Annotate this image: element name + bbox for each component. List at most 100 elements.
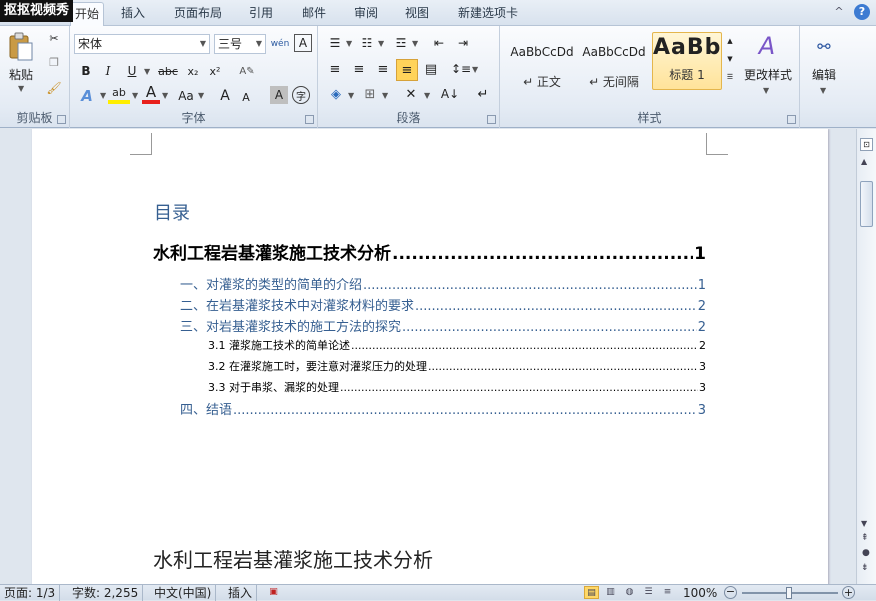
style-heading-1[interactable]: AaBb 标题 1	[652, 32, 722, 90]
toc-entry[interactable]: 3.3 对于串浆、漏浆的处理 3	[208, 379, 706, 395]
tab-insert[interactable]: 插入	[121, 4, 145, 21]
tab-page-layout[interactable]: 页面布局	[174, 4, 222, 21]
macro-record-icon[interactable]: ▣	[266, 586, 281, 599]
text-effects-dropdown-icon[interactable]: ▼	[100, 91, 106, 100]
enclose-characters-button[interactable]: 字	[292, 86, 310, 104]
styles-launcher-icon[interactable]	[787, 115, 796, 124]
zoom-out-icon[interactable]: −	[724, 586, 737, 599]
tab-home[interactable]: 开始	[70, 2, 104, 26]
toc-entry[interactable]: 二、在岩基灌浆技术中对灌浆材料的要求 2	[180, 295, 706, 314]
styles-scroll-up-icon[interactable]: ▲	[725, 34, 735, 48]
toc-entry[interactable]: 一、对灌浆的类型的简单的介绍 1	[180, 274, 706, 293]
full-screen-reading-view-icon[interactable]: ▥	[603, 586, 618, 599]
justify-icon[interactable]: ≡	[396, 59, 418, 81]
font-name-select[interactable]: 宋体 ▼	[74, 34, 210, 54]
tab-mailings[interactable]: 邮件	[302, 4, 326, 21]
highlight-dropdown-icon[interactable]: ▼	[132, 91, 138, 100]
shrink-font-button[interactable]: A	[238, 88, 254, 106]
status-page-number[interactable]: 页面: 1/3	[0, 585, 61, 601]
styles-more-icon[interactable]: ☰	[725, 70, 735, 84]
clear-formatting-icon[interactable]: A✎	[238, 62, 256, 80]
tab-new-tab[interactable]: 新建选项卡	[458, 4, 518, 21]
previous-page-icon[interactable]: ⇞	[861, 533, 869, 543]
change-case-dropdown-icon[interactable]: ▼	[198, 91, 204, 100]
editing-dropdown-icon[interactable]: ▼	[820, 86, 826, 95]
help-icon[interactable]: ?	[854, 4, 870, 20]
font-color-button[interactable]: A	[142, 83, 160, 104]
grow-font-button[interactable]: A	[216, 86, 234, 106]
cut-icon[interactable]: ✂	[46, 30, 62, 46]
clipboard-launcher-icon[interactable]	[57, 115, 66, 124]
toc-entry[interactable]: 三、对岩基灌浆技术的施工方法的探究 2	[180, 316, 706, 335]
underline-button[interactable]: U	[124, 62, 140, 80]
italic-button[interactable]: I	[100, 62, 116, 80]
shading-icon[interactable]: ◈	[326, 84, 346, 104]
subscript-button[interactable]: x₂	[184, 62, 202, 80]
chinese-layout-icon[interactable]: ✕	[400, 84, 422, 104]
line-spacing-icon[interactable]: ↕≡	[451, 60, 471, 78]
zoom-slider-thumb[interactable]	[786, 587, 792, 599]
document-page[interactable]: 目录 水利工程岩基灌浆施工技术分析 1 一、对灌浆的类型的简单的介绍 1 二、在岩基…	[32, 129, 828, 584]
align-center-icon[interactable]: ≡	[350, 60, 368, 78]
paste-dropdown-icon[interactable]: ▼	[18, 84, 24, 93]
increase-indent-icon[interactable]: ⇥	[454, 34, 472, 52]
numbering-dropdown-icon[interactable]: ▼	[378, 39, 384, 48]
scroll-up-icon[interactable]: ▲	[861, 157, 867, 166]
change-styles-icon[interactable]: A	[752, 32, 782, 60]
tab-review[interactable]: 审阅	[354, 4, 378, 21]
shading-dropdown-icon[interactable]: ▼	[348, 91, 354, 100]
scroll-down-icon[interactable]: ▼	[861, 519, 867, 528]
next-page-icon[interactable]: ⇟	[861, 563, 869, 573]
bullets-icon[interactable]: ☰	[326, 34, 344, 52]
chinese-layout-dropdown-icon[interactable]: ▼	[424, 91, 430, 100]
tab-references[interactable]: 引用	[249, 4, 273, 21]
character-shading-button[interactable]: A	[270, 86, 288, 104]
change-styles-dropdown-icon[interactable]: ▼	[763, 86, 769, 95]
text-effects-icon[interactable]: A	[76, 86, 98, 106]
vertical-scrollbar[interactable]: ⊡ ▲ ▼ ⇞ ● ⇟	[856, 129, 876, 584]
outline-view-icon[interactable]: ☰	[641, 586, 656, 599]
bullets-dropdown-icon[interactable]: ▼	[346, 39, 352, 48]
highlight-color-button[interactable]: ab	[108, 84, 130, 104]
character-border-icon[interactable]: A	[294, 34, 312, 52]
paragraph-launcher-icon[interactable]	[487, 115, 496, 124]
toc-entry[interactable]: 3.2 在灌浆施工时，要注意对灌浆压力的处理 3	[208, 358, 706, 374]
font-color-dropdown-icon[interactable]: ▼	[162, 91, 168, 100]
toc-entry[interactable]: 四、结语 3	[180, 399, 706, 418]
status-language[interactable]: 中文(中国)	[150, 585, 217, 601]
scroll-thumb[interactable]	[860, 181, 873, 227]
multilevel-dropdown-icon[interactable]: ▼	[412, 39, 418, 48]
view-ruler-icon[interactable]: ⊡	[860, 138, 873, 151]
draft-view-icon[interactable]: ≡	[660, 586, 675, 599]
line-spacing-dropdown-icon[interactable]: ▼	[472, 65, 478, 74]
find-binoculars-icon[interactable]: ⚯	[812, 34, 836, 58]
browse-object-icon[interactable]: ●	[862, 548, 870, 558]
copy-icon[interactable]: ❐	[46, 54, 62, 70]
style-no-spacing[interactable]: AaBbCcDd ↵ 无间隔	[580, 32, 648, 90]
print-layout-view-icon[interactable]: ▤	[584, 586, 599, 599]
superscript-button[interactable]: x²	[206, 62, 224, 80]
multilevel-list-icon[interactable]: ☲	[392, 34, 410, 52]
paste-button[interactable]: 粘贴	[9, 66, 33, 83]
underline-dropdown-icon[interactable]: ▼	[144, 67, 150, 76]
borders-dropdown-icon[interactable]: ▼	[382, 91, 388, 100]
zoom-level[interactable]: 100%	[683, 585, 717, 601]
show-marks-icon[interactable]: ↵	[474, 84, 492, 104]
web-layout-view-icon[interactable]: ◍	[622, 586, 637, 599]
styles-scroll-down-icon[interactable]: ▼	[725, 52, 735, 66]
format-painter-icon[interactable]: 🖌	[46, 80, 62, 96]
style-normal[interactable]: AaBbCcDd ↵ 正文	[508, 32, 576, 90]
tab-view[interactable]: 视图	[405, 4, 429, 21]
font-size-select[interactable]: 三号 ▼	[214, 34, 266, 54]
strikethrough-button[interactable]: abc	[156, 62, 180, 80]
collapse-ribbon-icon[interactable]: ^	[832, 5, 846, 19]
zoom-in-icon[interactable]: +	[842, 586, 855, 599]
paste-icon[interactable]	[6, 32, 36, 62]
change-case-button[interactable]: Aa	[174, 86, 198, 106]
numbering-icon[interactable]: ☷	[358, 34, 376, 52]
sort-icon[interactable]: A↓	[440, 84, 460, 104]
editing-button[interactable]: 编辑	[804, 66, 844, 82]
status-word-count[interactable]: 字数: 2,255	[68, 585, 144, 601]
bold-button[interactable]: B	[78, 62, 94, 80]
align-right-icon[interactable]: ≡	[374, 60, 392, 78]
